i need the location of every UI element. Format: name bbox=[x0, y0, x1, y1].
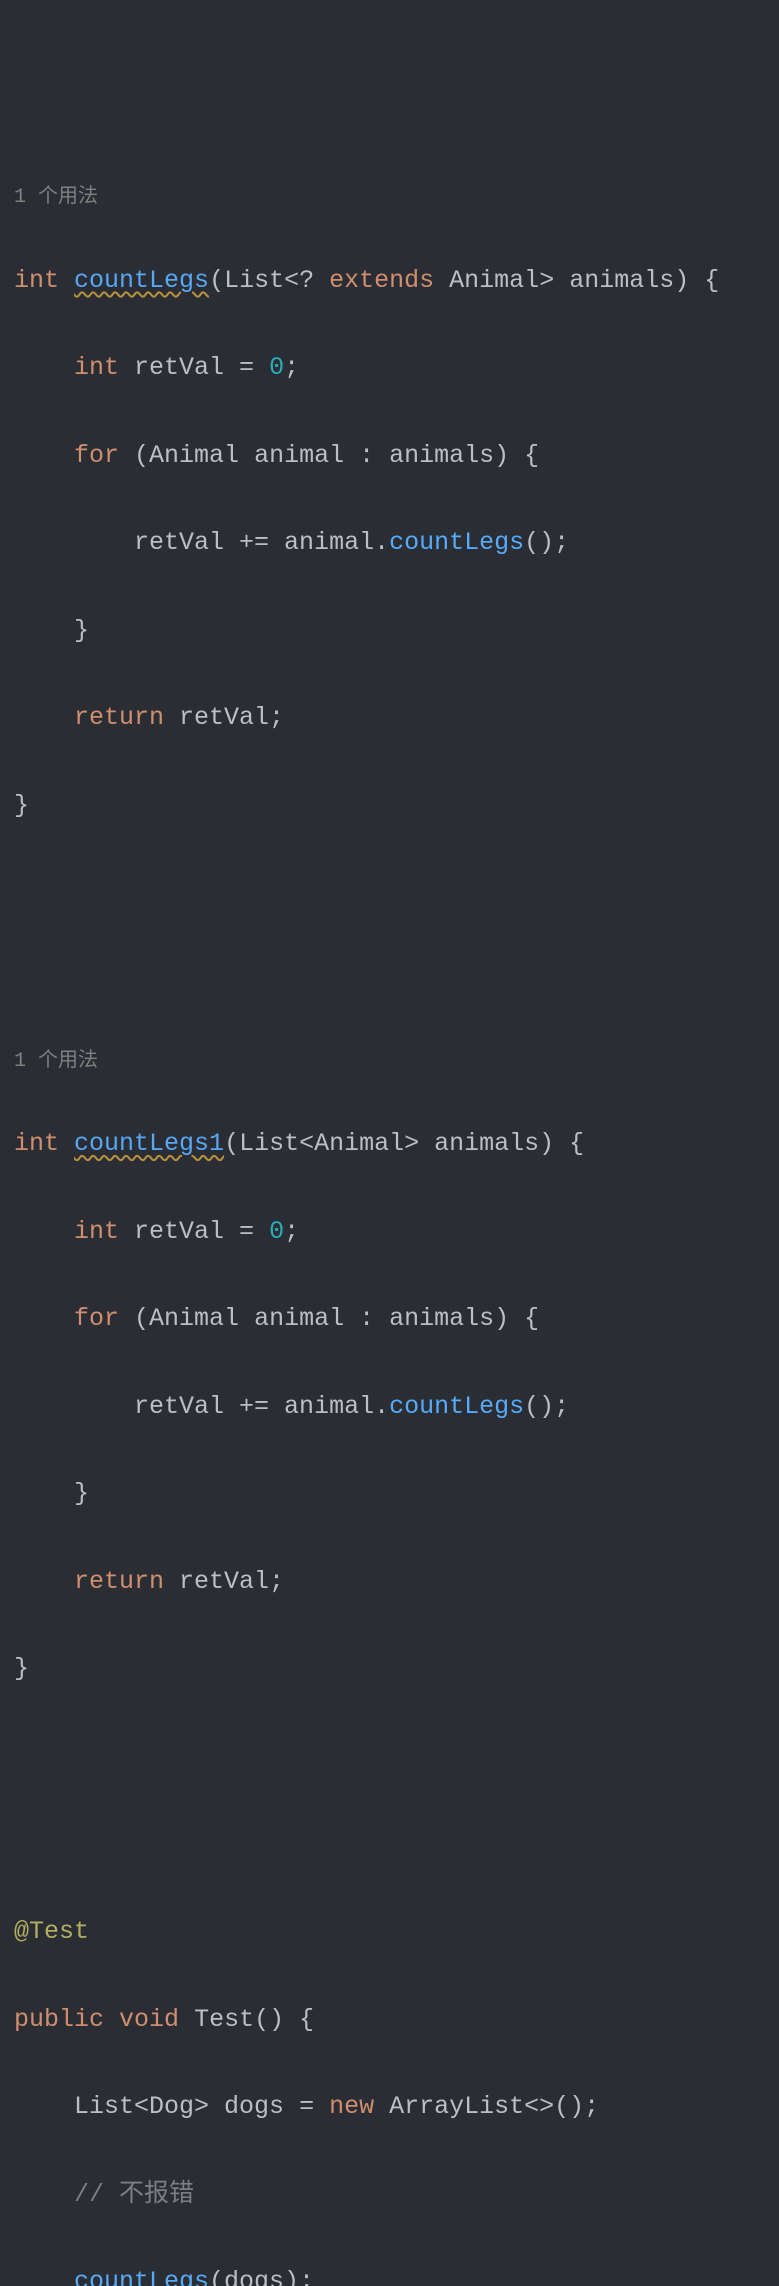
text: retVal; bbox=[164, 703, 284, 732]
text: ( bbox=[119, 441, 149, 470]
paren: ( bbox=[209, 266, 224, 295]
code-line[interactable]: // 不报错 bbox=[14, 2173, 765, 2217]
keyword-for: for bbox=[74, 441, 119, 470]
keyword-new: new bbox=[329, 2092, 374, 2121]
text: ) { bbox=[494, 441, 539, 470]
text: animal : bbox=[239, 441, 389, 470]
method-call: countLegs bbox=[389, 1392, 524, 1421]
text: ( bbox=[119, 1304, 149, 1333]
code-line[interactable]: retVal += animal.countLegs(); bbox=[14, 521, 765, 565]
param-animals: animals bbox=[389, 1304, 494, 1333]
code-line[interactable]: return retVal; bbox=[14, 1560, 765, 1604]
space bbox=[179, 2005, 194, 2034]
blank-line bbox=[14, 915, 765, 959]
code-line[interactable]: @Test bbox=[14, 1910, 765, 1954]
code-line[interactable]: } bbox=[14, 609, 765, 653]
signature-end: ) { bbox=[539, 1129, 584, 1158]
code-line[interactable]: int countLegs1(List<Animal> animals) { bbox=[14, 1122, 765, 1166]
type-list: List bbox=[239, 1129, 299, 1158]
keyword-for: for bbox=[74, 1304, 119, 1333]
code-line[interactable]: for (Animal animal : animals) { bbox=[14, 434, 765, 478]
code-line[interactable]: int countLegs(List<? extends Animal> ani… bbox=[14, 259, 765, 303]
text: retVal = bbox=[119, 1217, 269, 1246]
text: > dogs = bbox=[194, 2092, 329, 2121]
text: ArrayList<>(); bbox=[374, 2092, 599, 2121]
signature-end: ) { bbox=[674, 266, 719, 295]
text: retVal = bbox=[119, 353, 269, 382]
code-line[interactable]: for (Animal animal : animals) { bbox=[14, 1297, 765, 1341]
keyword-extends: extends bbox=[329, 266, 434, 295]
code-line[interactable]: List<Dog> dogs = new ArrayList<>(); bbox=[14, 2085, 765, 2129]
code-line[interactable]: } bbox=[14, 1472, 765, 1516]
method-call: countLegs bbox=[74, 2267, 209, 2286]
usage-hint: 1 个用法 bbox=[14, 1047, 765, 1077]
space bbox=[104, 2005, 119, 2034]
method-name: countLegs bbox=[74, 266, 209, 295]
blank-line bbox=[14, 1779, 765, 1823]
keyword-int: int bbox=[14, 266, 59, 295]
angle-close: > bbox=[539, 266, 569, 295]
text: (); bbox=[524, 528, 569, 557]
code-line[interactable]: public void Test() { bbox=[14, 1998, 765, 2042]
type-list: List< bbox=[74, 2092, 149, 2121]
keyword-return: return bbox=[74, 1567, 164, 1596]
code-line[interactable]: retVal += animal.countLegs(); bbox=[14, 1385, 765, 1429]
keyword-int: int bbox=[14, 1129, 59, 1158]
type-animal: Animal bbox=[434, 266, 539, 295]
keyword-int: int bbox=[74, 1217, 119, 1246]
param-animals: animals bbox=[434, 1129, 539, 1158]
paren: ( bbox=[224, 1129, 239, 1158]
brace-close: } bbox=[74, 1479, 89, 1508]
angle-close: > bbox=[404, 1129, 434, 1158]
code-line[interactable]: } bbox=[14, 784, 765, 828]
semicolon: ; bbox=[284, 353, 299, 382]
text: retVal; bbox=[164, 1567, 284, 1596]
text: (dogs); bbox=[209, 2267, 314, 2286]
brace-close: } bbox=[14, 1654, 29, 1683]
text: retVal += animal. bbox=[134, 528, 389, 557]
type-animal: Animal bbox=[149, 441, 239, 470]
code-line[interactable]: int retVal = 0; bbox=[14, 346, 765, 390]
text: retVal += animal. bbox=[134, 1392, 389, 1421]
number-literal: 0 bbox=[269, 1217, 284, 1246]
usage-hint: 1 个用法 bbox=[14, 183, 765, 213]
signature-end: () { bbox=[254, 2005, 314, 2034]
semicolon: ; bbox=[284, 1217, 299, 1246]
brace-close: } bbox=[74, 616, 89, 645]
type-animal: Animal bbox=[314, 1129, 404, 1158]
type-animal: Animal bbox=[149, 1304, 239, 1333]
text: ) { bbox=[494, 1304, 539, 1333]
comment: // 不报错 bbox=[74, 2180, 194, 2209]
keyword-int: int bbox=[74, 353, 119, 382]
text: animal : bbox=[239, 1304, 389, 1333]
angle-open: < bbox=[284, 266, 299, 295]
angle-open: < bbox=[299, 1129, 314, 1158]
param-animals: animals bbox=[389, 441, 494, 470]
keyword-void: void bbox=[119, 2005, 179, 2034]
code-line[interactable]: } bbox=[14, 1647, 765, 1691]
code-line[interactable]: int retVal = 0; bbox=[14, 1210, 765, 1254]
keyword-public: public bbox=[14, 2005, 104, 2034]
text: (); bbox=[524, 1392, 569, 1421]
code-line[interactable]: countLegs(dogs); bbox=[14, 2260, 765, 2286]
number-literal: 0 bbox=[269, 353, 284, 382]
type-list: List bbox=[224, 266, 284, 295]
keyword-return: return bbox=[74, 703, 164, 732]
wildcard: ? bbox=[299, 266, 329, 295]
code-line[interactable]: return retVal; bbox=[14, 696, 765, 740]
annotation-test: @Test bbox=[14, 1917, 89, 1946]
param-animals: animals bbox=[569, 266, 674, 295]
method-name: countLegs1 bbox=[74, 1129, 224, 1158]
method-name: Test bbox=[194, 2005, 254, 2034]
brace-close: } bbox=[14, 791, 29, 820]
type-dog: Dog bbox=[149, 2092, 194, 2121]
method-call: countLegs bbox=[389, 528, 524, 557]
